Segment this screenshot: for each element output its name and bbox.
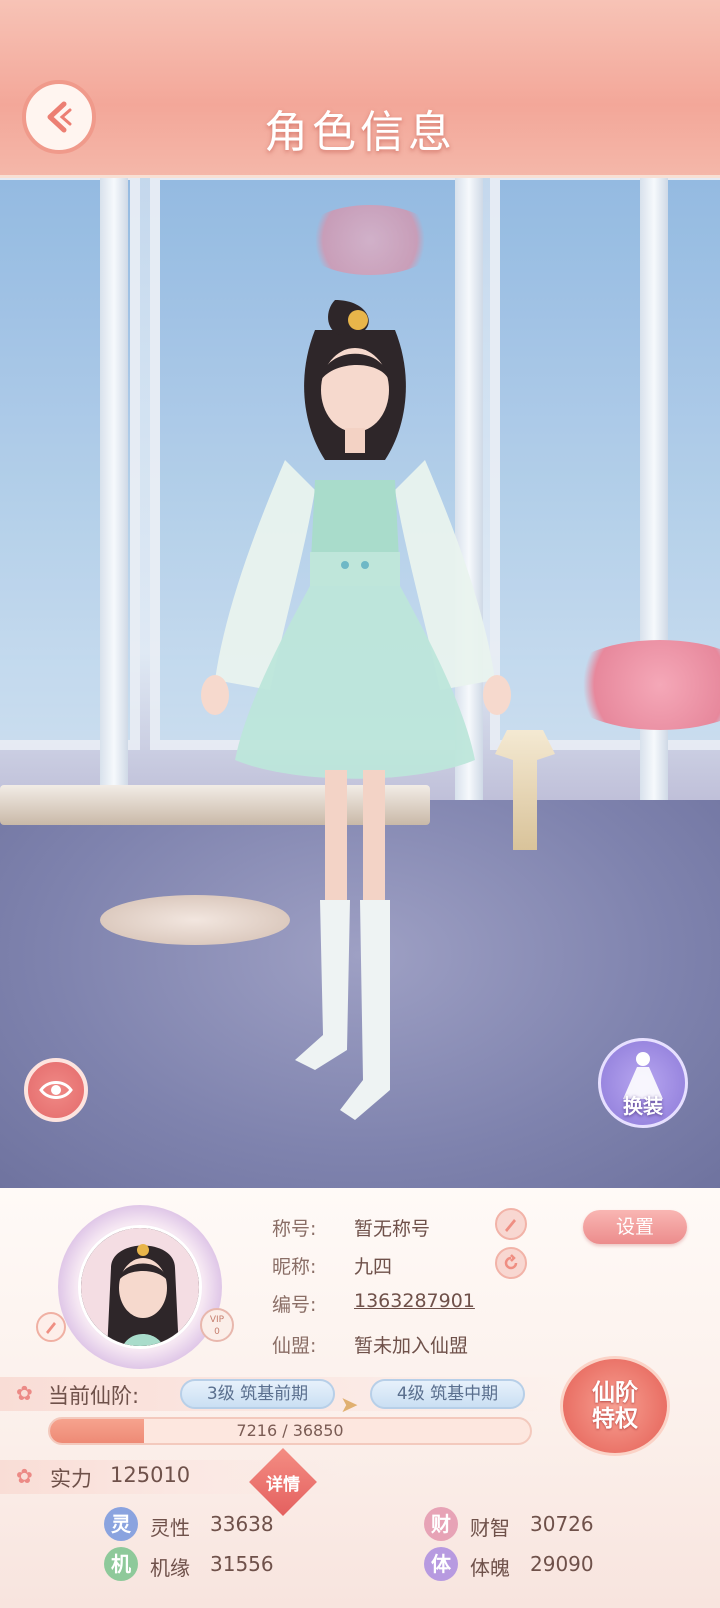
toggle-view-button[interactable] [24, 1058, 88, 1122]
character-scene [0, 0, 720, 1188]
privilege-line1: 仙阶 [592, 1380, 638, 1406]
attr-value: 29090 [530, 1552, 594, 1576]
edit-avatar-button[interactable] [36, 1312, 66, 1342]
brush-icon [505, 1219, 516, 1232]
current-stage-pill: 3级 筑基前期 [180, 1379, 335, 1409]
settings-button[interactable]: 设置 [583, 1210, 687, 1244]
brush-icon [46, 1322, 56, 1334]
id-value[interactable]: 1363287901 [354, 1290, 475, 1312]
next-arrow-icon: ➤ [340, 1393, 359, 1418]
attr-value: 33638 [210, 1512, 274, 1536]
progress-text: 7216 / 36850 [236, 1421, 344, 1440]
alliance-label: 仙盟: [272, 1335, 317, 1357]
avatar [78, 1225, 202, 1349]
attr-badge: 财 [424, 1507, 458, 1541]
vip-badge: VIP 0 [200, 1308, 234, 1342]
attr-name: 体魄 [470, 1556, 510, 1580]
header-bar: 角色信息 [0, 0, 720, 178]
flower-icon: ✿ [16, 1464, 33, 1488]
attr-name: 财智 [470, 1516, 510, 1540]
attr-badge: 灵 [104, 1507, 138, 1541]
title-label: 称号: [272, 1218, 317, 1240]
power-label: 实力 [50, 1467, 92, 1491]
stage-privilege-button[interactable]: 仙阶 特权 [560, 1356, 670, 1456]
vip-label: VIP [209, 1315, 225, 1325]
edit-title-button[interactable] [495, 1208, 527, 1240]
eye-icon [39, 1081, 73, 1099]
attr-badge: 机 [104, 1547, 138, 1581]
title-value: 暂无称号 [354, 1218, 431, 1240]
power-value: 125010 [110, 1463, 191, 1487]
stage-label: 当前仙阶: [48, 1384, 140, 1408]
change-outfit-label: 换装 [623, 1094, 663, 1118]
id-label: 编号: [272, 1294, 317, 1316]
page-title: 角色信息 [264, 107, 456, 158]
attr-badge: 体 [424, 1547, 458, 1581]
vip-level: 0 [214, 1327, 220, 1337]
scene-pillar [100, 160, 128, 820]
nickname-value: 九四 [354, 1256, 393, 1278]
refresh-icon [504, 1254, 518, 1270]
blossom-tree [300, 205, 440, 275]
rename-button[interactable] [495, 1247, 527, 1279]
stage-progress-bar: 7216 / 36850 [48, 1417, 532, 1445]
alliance-value: 暂未加入仙盟 [354, 1335, 469, 1357]
details-label: 详情 [266, 1475, 300, 1495]
flower-icon: ✿ [16, 1381, 33, 1405]
attr-name: 灵性 [150, 1516, 190, 1540]
next-stage-pill: 4级 筑基中期 [370, 1379, 525, 1409]
character-model [201, 300, 511, 1120]
attr-value: 31556 [210, 1552, 274, 1576]
privilege-line2: 特权 [592, 1406, 638, 1432]
nickname-label: 昵称: [272, 1256, 317, 1278]
change-outfit-button[interactable]: 换装 [598, 1038, 688, 1128]
attr-name: 机缘 [150, 1556, 190, 1580]
attr-value: 30726 [530, 1512, 594, 1536]
